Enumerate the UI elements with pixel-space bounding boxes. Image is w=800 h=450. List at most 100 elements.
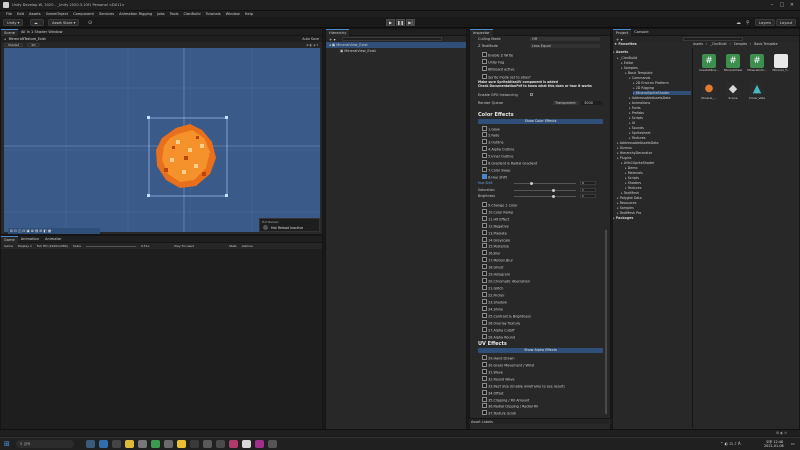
pause-button[interactable]: ❚❚ [396, 19, 405, 26]
brightness-slider[interactable] [514, 196, 576, 197]
cloud-button[interactable]: ☁ [30, 19, 44, 26]
favorites-header[interactable]: ★ Favorites [614, 42, 637, 46]
layers-dropdown[interactable]: Layers [755, 19, 775, 26]
search-icon[interactable]: ⚲ [746, 20, 750, 26]
render-queue-dropdown[interactable]: Transparent [553, 101, 579, 105]
tree-item[interactable]: Resources [617, 201, 637, 205]
windows-start-icon[interactable]: ⊞ [4, 440, 10, 448]
system-tray-icons[interactable]: ⌃ ◐ ⊡ ♪ A [720, 441, 741, 446]
task-view-icon[interactable] [86, 440, 95, 448]
taskbar-search[interactable]: ⚲ 검색 [16, 440, 74, 448]
effect-toggle[interactable]: 29.Hand Drawn [482, 355, 514, 360]
tree-item[interactable]: Samples [617, 206, 634, 210]
effect-toggle[interactable]: 16.Blur [482, 250, 500, 255]
breadcrumb-item[interactable]: Basic Template [754, 42, 777, 46]
app-icon[interactable] [268, 440, 277, 448]
tree-item[interactable]: Polyglot Data [617, 196, 642, 200]
menu-jobs[interactable]: Jobs [157, 12, 164, 16]
unity-fog-toggle[interactable]: Unity Fog [482, 59, 504, 64]
tree-item[interactable]: Spritesheet [629, 131, 651, 135]
account-button[interactable]: Unity ▾ [3, 19, 24, 26]
scene-breadcrumb[interactable]: MinecraftTexture_Exist [9, 37, 46, 41]
tab-scene[interactable]: Scene [1, 28, 18, 36]
menu-services[interactable]: Services [99, 12, 114, 16]
effect-toggle[interactable]: 14.Greyscale [482, 237, 510, 242]
menu-file[interactable]: File [6, 12, 12, 16]
tree-item[interactable]: AddressableAssetsData [617, 141, 659, 145]
tab-inspector[interactable]: Inspector [470, 28, 493, 36]
asset-tile[interactable]: # MineralView [721, 54, 745, 72]
effect-toggle[interactable]: 22.Flicker [482, 292, 504, 297]
overlay-tools-icon[interactable]: ⊞ ⊡ ◫ ⊟ ▣ ⊠ ▤ ⊞ ◧ ▦ [10, 229, 51, 233]
effect-toggle[interactable]: 27.Alpha Cutoff [482, 327, 514, 332]
effect-toggle[interactable]: 18.Ghost [482, 264, 503, 269]
show-alpha-effects-button[interactable]: Show Alpha Effects [478, 348, 603, 353]
menu-component[interactable]: Component [73, 12, 94, 16]
app-icon[interactable] [190, 440, 199, 448]
tree-item[interactable]: Scripts [625, 176, 639, 180]
tree-item[interactable]: 2D Environ Platform [633, 81, 669, 85]
collab-icon[interactable]: ⊙ [88, 20, 92, 26]
culling-mode-dropdown[interactable]: Off [530, 37, 600, 41]
maximize-icon[interactable]: □ [778, 2, 786, 8]
asset-tile[interactable]: ▲ Crisis_Vate [745, 82, 769, 100]
effect-toggle[interactable]: 15.Posterize [482, 243, 509, 248]
menu-tutorials[interactable]: Tutorials [206, 12, 221, 16]
asset-tile[interactable]: # MineralInfo... [745, 54, 769, 72]
effect-toggle[interactable]: 13.Pixelate [482, 230, 507, 235]
effect-toggle[interactable]: 9.Change 1 Color [482, 202, 517, 207]
effect-toggle[interactable]: 10.Color Ramp [482, 209, 513, 214]
tree-item[interactable]: Textures [629, 136, 646, 140]
menu-animation-rigging[interactable]: Animation Rigging [119, 12, 152, 16]
effect-toggle[interactable]: 6.Gradient & Radial Gradient [482, 160, 537, 165]
tree-item[interactable]: AllIn1SpriteShader [621, 161, 655, 165]
effect-toggle[interactable]: 11.Hit Effect [482, 216, 509, 221]
project-search[interactable] [682, 37, 743, 41]
tree-item[interactable]: Scripts [629, 116, 643, 120]
app-icon[interactable] [138, 440, 147, 448]
gizmos-button[interactable]: Gizmos [242, 244, 253, 248]
status-icons[interactable]: ⚙ ◐ ⊙ [776, 431, 787, 435]
brightness-knob[interactable] [552, 195, 555, 198]
hue-shift-slider[interactable] [514, 183, 576, 184]
cloud-sync-icon[interactable]: ☁ [736, 20, 741, 26]
saturation-knob[interactable] [552, 189, 555, 192]
effect-toggle[interactable]: 28.Alpha Round [482, 334, 515, 339]
tree-item[interactable]: TextMesh Pro [617, 211, 642, 215]
menu-window[interactable]: Window [226, 12, 240, 16]
brightness-field[interactable]: 1 [580, 194, 596, 198]
auto-save-toggle[interactable]: Auto Save [302, 37, 319, 41]
breadcrumb-item[interactable]: Samples [734, 42, 747, 46]
app-icon[interactable] [203, 440, 212, 448]
effect-toggle[interactable]: 2.Fade [482, 132, 499, 137]
z-test-dropdown[interactable]: Less Equal [530, 44, 600, 48]
tree-item[interactable]: AddressableAssetsData [629, 96, 671, 100]
tab-game[interactable]: Game [1, 235, 18, 243]
app-icon[interactable] [164, 440, 173, 448]
effect-toggle[interactable]: 26.Overlay Texture [482, 320, 520, 325]
tree-item[interactable]: Gizmos [617, 146, 632, 150]
show-color-effects-button[interactable]: Show Color Effects [478, 119, 603, 124]
breadcrumb-item[interactable]: Assets [693, 42, 703, 46]
close-icon[interactable]: × [788, 2, 796, 8]
z-write-toggle[interactable]: Enable Z Write [482, 52, 513, 57]
tree-item[interactable]: Prefabs [629, 111, 644, 115]
project-splitter[interactable] [692, 48, 693, 428]
menu-tools[interactable]: Tools [170, 12, 179, 16]
unity-taskbar-icon[interactable] [242, 440, 251, 448]
display-dropdown[interactable]: Display 1 [18, 244, 32, 248]
saturation-field[interactable]: 1 [580, 188, 596, 192]
clock-date[interactable]: 2021-01-08 [764, 444, 784, 448]
tab-console[interactable]: Console [631, 29, 651, 36]
step-button[interactable]: ▶| [406, 19, 415, 26]
app-icon[interactable] [216, 440, 225, 448]
app-icon[interactable] [255, 440, 264, 448]
tab-animation[interactable]: Animation [18, 236, 42, 243]
2d-toggle[interactable]: 2D [27, 43, 40, 47]
menu-gameobject[interactable]: GameObject [46, 12, 68, 16]
game-dropdown[interactable]: Game [4, 244, 13, 248]
hierarchy-search[interactable] [341, 37, 442, 41]
minimize-icon[interactable]: – [768, 2, 776, 8]
sprite-mode-toggle[interactable]: Sprite mode set to atlas? [482, 74, 531, 79]
tree-item[interactable]: Plugins [617, 156, 632, 160]
